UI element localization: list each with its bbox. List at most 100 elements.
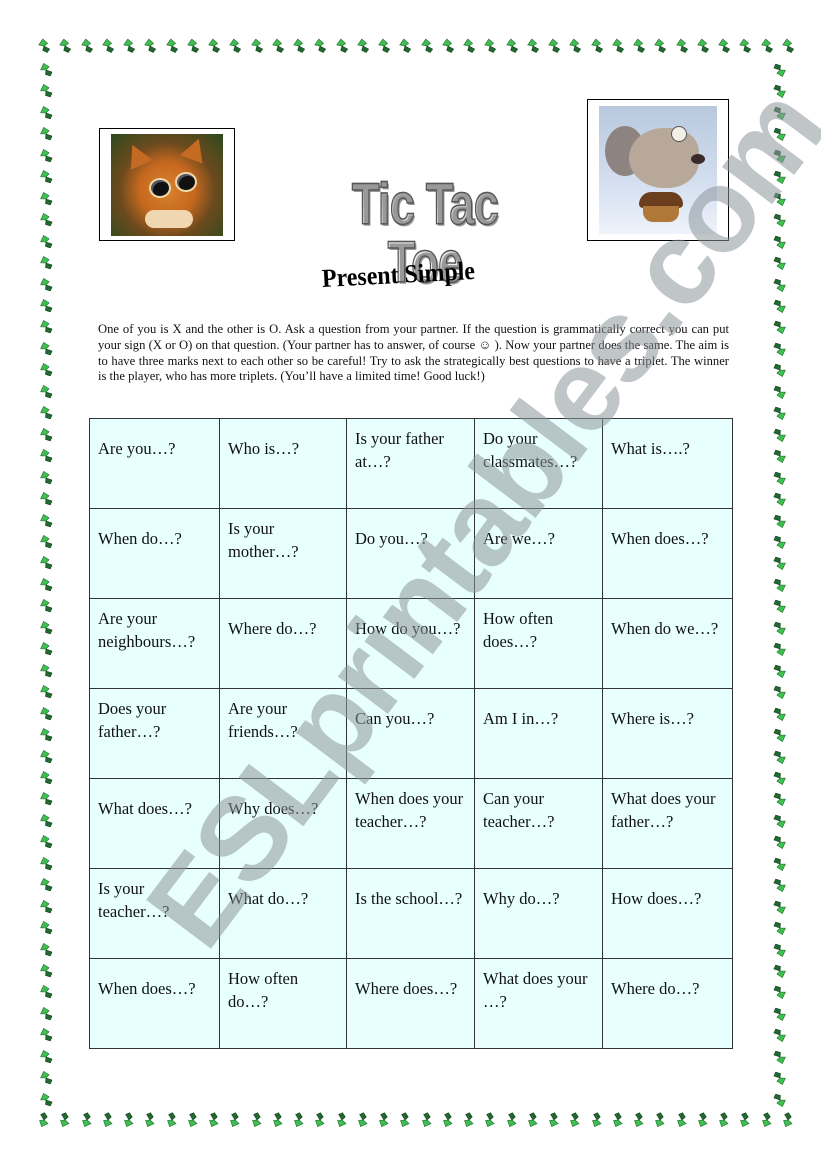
board-cell[interactable]: Where is…? — [602, 688, 733, 779]
board-cell[interactable]: Is the school…? — [346, 868, 475, 959]
leaf-icon — [773, 1072, 786, 1086]
leaf-icon — [187, 1112, 198, 1127]
board-cell[interactable]: What do…? — [219, 868, 347, 959]
leaf-icon — [773, 449, 786, 464]
board-cell[interactable]: Can you…? — [346, 688, 475, 779]
board-cell[interactable]: Are your friends…? — [219, 688, 347, 779]
leaf-icon — [773, 728, 786, 743]
board-cell[interactable]: Is your mother…? — [219, 508, 347, 599]
vine-corner-icon — [39, 1112, 49, 1127]
leaf-icon — [40, 427, 53, 441]
board-cell[interactable]: Does your father…? — [89, 688, 220, 779]
leaf-icon — [40, 856, 53, 871]
leaf-icon — [773, 471, 786, 485]
board-cell[interactable]: Are we…? — [474, 508, 603, 599]
leaf-icon — [697, 1112, 708, 1127]
question-text: When does your teacher…? — [355, 789, 464, 831]
board-cell[interactable]: Where do…? — [219, 598, 347, 689]
board-cell[interactable]: How often does…? — [474, 598, 603, 689]
question-text: Where does…? — [355, 978, 458, 998]
board-cell[interactable]: Is your teacher…? — [89, 868, 220, 959]
board-cell[interactable]: Am I in…? — [474, 688, 603, 779]
board-cell[interactable]: When do…? — [89, 508, 220, 599]
board-cell[interactable]: Are your neighbours…? — [89, 598, 220, 689]
leaf-icon — [773, 642, 786, 657]
board-cell[interactable]: Is your father at…? — [346, 418, 475, 509]
leaf-icon — [40, 277, 53, 291]
leaf-icon — [773, 557, 786, 571]
leaf-icon — [612, 1112, 623, 1127]
board-cell[interactable]: Why do…? — [474, 868, 603, 959]
leaf-icon — [569, 38, 582, 53]
leaf-icon — [773, 321, 786, 335]
leaf-icon — [399, 38, 412, 53]
leaf-icon — [773, 299, 786, 313]
leaf-icon — [696, 38, 709, 53]
leaf-icon — [773, 106, 786, 120]
board-cell[interactable]: Where do…? — [602, 958, 733, 1049]
leaf-icon — [675, 38, 688, 53]
board-cell[interactable]: When does…? — [602, 508, 733, 599]
leaf-icon — [773, 857, 786, 871]
leaf-icon — [718, 38, 731, 53]
leaf-icon — [102, 1112, 113, 1127]
board-cell[interactable]: What is….? — [602, 418, 733, 509]
leaf-icon — [101, 38, 114, 53]
board-cell[interactable]: Can your teacher…? — [474, 778, 603, 869]
leaf-icon — [40, 470, 53, 484]
board-row: When does…? How often do…? Where does…? Wha… — [89, 958, 733, 1049]
leaf-icon — [229, 38, 242, 53]
board-cell[interactable]: When do we…? — [602, 598, 733, 689]
question-text: When do we…? — [611, 618, 719, 638]
board-cell[interactable]: What does…? — [89, 778, 220, 869]
question-text: What does your father…? — [611, 789, 716, 831]
leaf-icon — [40, 899, 53, 913]
board-cell[interactable]: How do you…? — [346, 598, 475, 689]
leaf-icon — [336, 1112, 347, 1127]
board-cell[interactable]: When does your teacher…? — [346, 778, 475, 869]
board-cell[interactable]: How does…? — [602, 868, 733, 959]
board-cell[interactable]: Who is…? — [219, 418, 347, 509]
board-cell[interactable]: What does your …? — [474, 958, 603, 1049]
leaf-icon — [464, 1112, 474, 1127]
leaf-icon — [144, 38, 157, 53]
board-cell[interactable]: How often do…? — [219, 958, 347, 1049]
vine-corner-icon — [782, 1112, 793, 1127]
subtitle-wrap: Present Simple — [321, 256, 502, 304]
cat-image — [111, 133, 223, 236]
leaf-icon — [40, 921, 53, 935]
leaf-icon — [251, 1112, 262, 1127]
leaf-icon — [40, 384, 53, 399]
leaf-icon — [40, 599, 53, 613]
cat-image-frame — [99, 128, 235, 241]
leaf-icon — [80, 38, 93, 53]
leaf-icon — [773, 964, 786, 979]
board-cell[interactable]: Do your classmates…? — [474, 418, 603, 509]
board-cell[interactable]: When does…? — [89, 958, 220, 1049]
leaf-icon — [40, 191, 53, 205]
leaf-icon — [40, 513, 53, 527]
leaf-icon — [773, 514, 786, 528]
board-cell[interactable]: Why does…? — [219, 778, 347, 869]
leaf-icon — [40, 341, 53, 356]
leaf-icon — [123, 38, 136, 53]
acorn-base — [643, 206, 679, 222]
question-text: Am I in…? — [483, 708, 559, 728]
leaf-icon — [441, 38, 454, 53]
board-cell[interactable]: Are you…? — [89, 418, 220, 509]
leaf-icon — [773, 278, 786, 292]
board-cell[interactable]: Do you…? — [346, 508, 475, 599]
board-cell[interactable]: What does your father…? — [602, 778, 733, 869]
cat-ear-right — [179, 134, 211, 163]
question-text: Are we…? — [483, 528, 555, 548]
leaf-icon — [315, 1112, 325, 1127]
leaf-icon — [611, 38, 624, 53]
leaf-icon — [761, 1112, 772, 1127]
board-cell[interactable]: Where does…? — [346, 958, 475, 1049]
leaf-icon — [166, 1112, 177, 1127]
leaf-icon — [40, 985, 53, 999]
leaf-icon — [773, 406, 786, 421]
cat-eye-right — [175, 171, 197, 192]
leaf-icon — [81, 1112, 92, 1127]
squirrel-image — [599, 106, 717, 234]
